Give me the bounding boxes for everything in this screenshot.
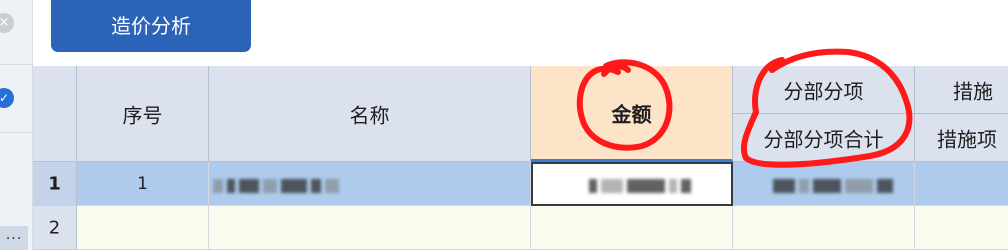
column-header-measures[interactable]: 措施项 — [915, 114, 1008, 162]
left-rail: × ✓ ... — [0, 0, 33, 250]
column-header-seq[interactable]: 序号 — [77, 66, 209, 162]
cell-text: 1 — [137, 173, 148, 194]
cell-seq[interactable] — [77, 206, 209, 250]
cell-measures[interactable]: 7 — [915, 162, 1008, 206]
close-icon[interactable]: × — [0, 13, 14, 33]
row-number-label: 1 — [48, 173, 61, 194]
data-grid: 序号 名称 金额 分部分项 分部分项合计 措施 措施项 1 1 2 — [33, 66, 1008, 250]
cell-name[interactable] — [209, 162, 531, 206]
column-header-label: 金额 — [611, 102, 652, 126]
check-icon[interactable]: ✓ — [0, 88, 14, 108]
cell-amount[interactable] — [531, 206, 733, 250]
more-icon[interactable]: ... — [0, 226, 28, 250]
row-number[interactable]: 1 — [33, 162, 77, 206]
column-header-name[interactable]: 名称 — [209, 66, 531, 162]
cell-name[interactable] — [209, 206, 531, 250]
column-header-label: 措施 — [953, 79, 993, 103]
column-group-header-measures[interactable]: 措施 — [915, 66, 1008, 114]
column-header-label: 序号 — [122, 103, 163, 127]
app-window: × ✓ ... 造价分析 序号 名称 金额 分部分项 分部分项合计 措施 措施项 — [0, 0, 1008, 250]
column-header-label: 分部分项 — [783, 79, 864, 103]
column-header-subitem-total[interactable]: 分部分项合计 — [733, 114, 915, 162]
cell-seq[interactable]: 1 — [77, 162, 209, 206]
column-header-label: 分部分项合计 — [763, 127, 884, 151]
rail-divider — [0, 64, 32, 65]
rail-divider — [0, 132, 32, 133]
cell-text: 7 — [915, 174, 1008, 194]
column-header-label: 名称 — [349, 103, 390, 127]
redacted-text — [773, 176, 897, 193]
grid-corner[interactable] — [33, 66, 77, 162]
column-header-amount[interactable]: 金额 — [531, 66, 733, 162]
cell-amount[interactable] — [531, 162, 733, 206]
cell-subitem-total[interactable] — [733, 206, 915, 250]
cell-measures[interactable] — [915, 206, 1008, 250]
row-number[interactable]: 2 — [33, 206, 77, 250]
cost-analysis-button[interactable]: 造价分析 — [51, 0, 251, 52]
row-number-label: 2 — [48, 217, 61, 238]
column-header-label: 措施项 — [937, 127, 997, 151]
cell-subitem-total[interactable] — [733, 162, 915, 206]
toolbar: 造价分析 — [33, 0, 1008, 64]
redacted-text — [589, 176, 695, 193]
redacted-text — [213, 176, 343, 193]
column-group-header-subitem[interactable]: 分部分项 — [733, 66, 915, 114]
